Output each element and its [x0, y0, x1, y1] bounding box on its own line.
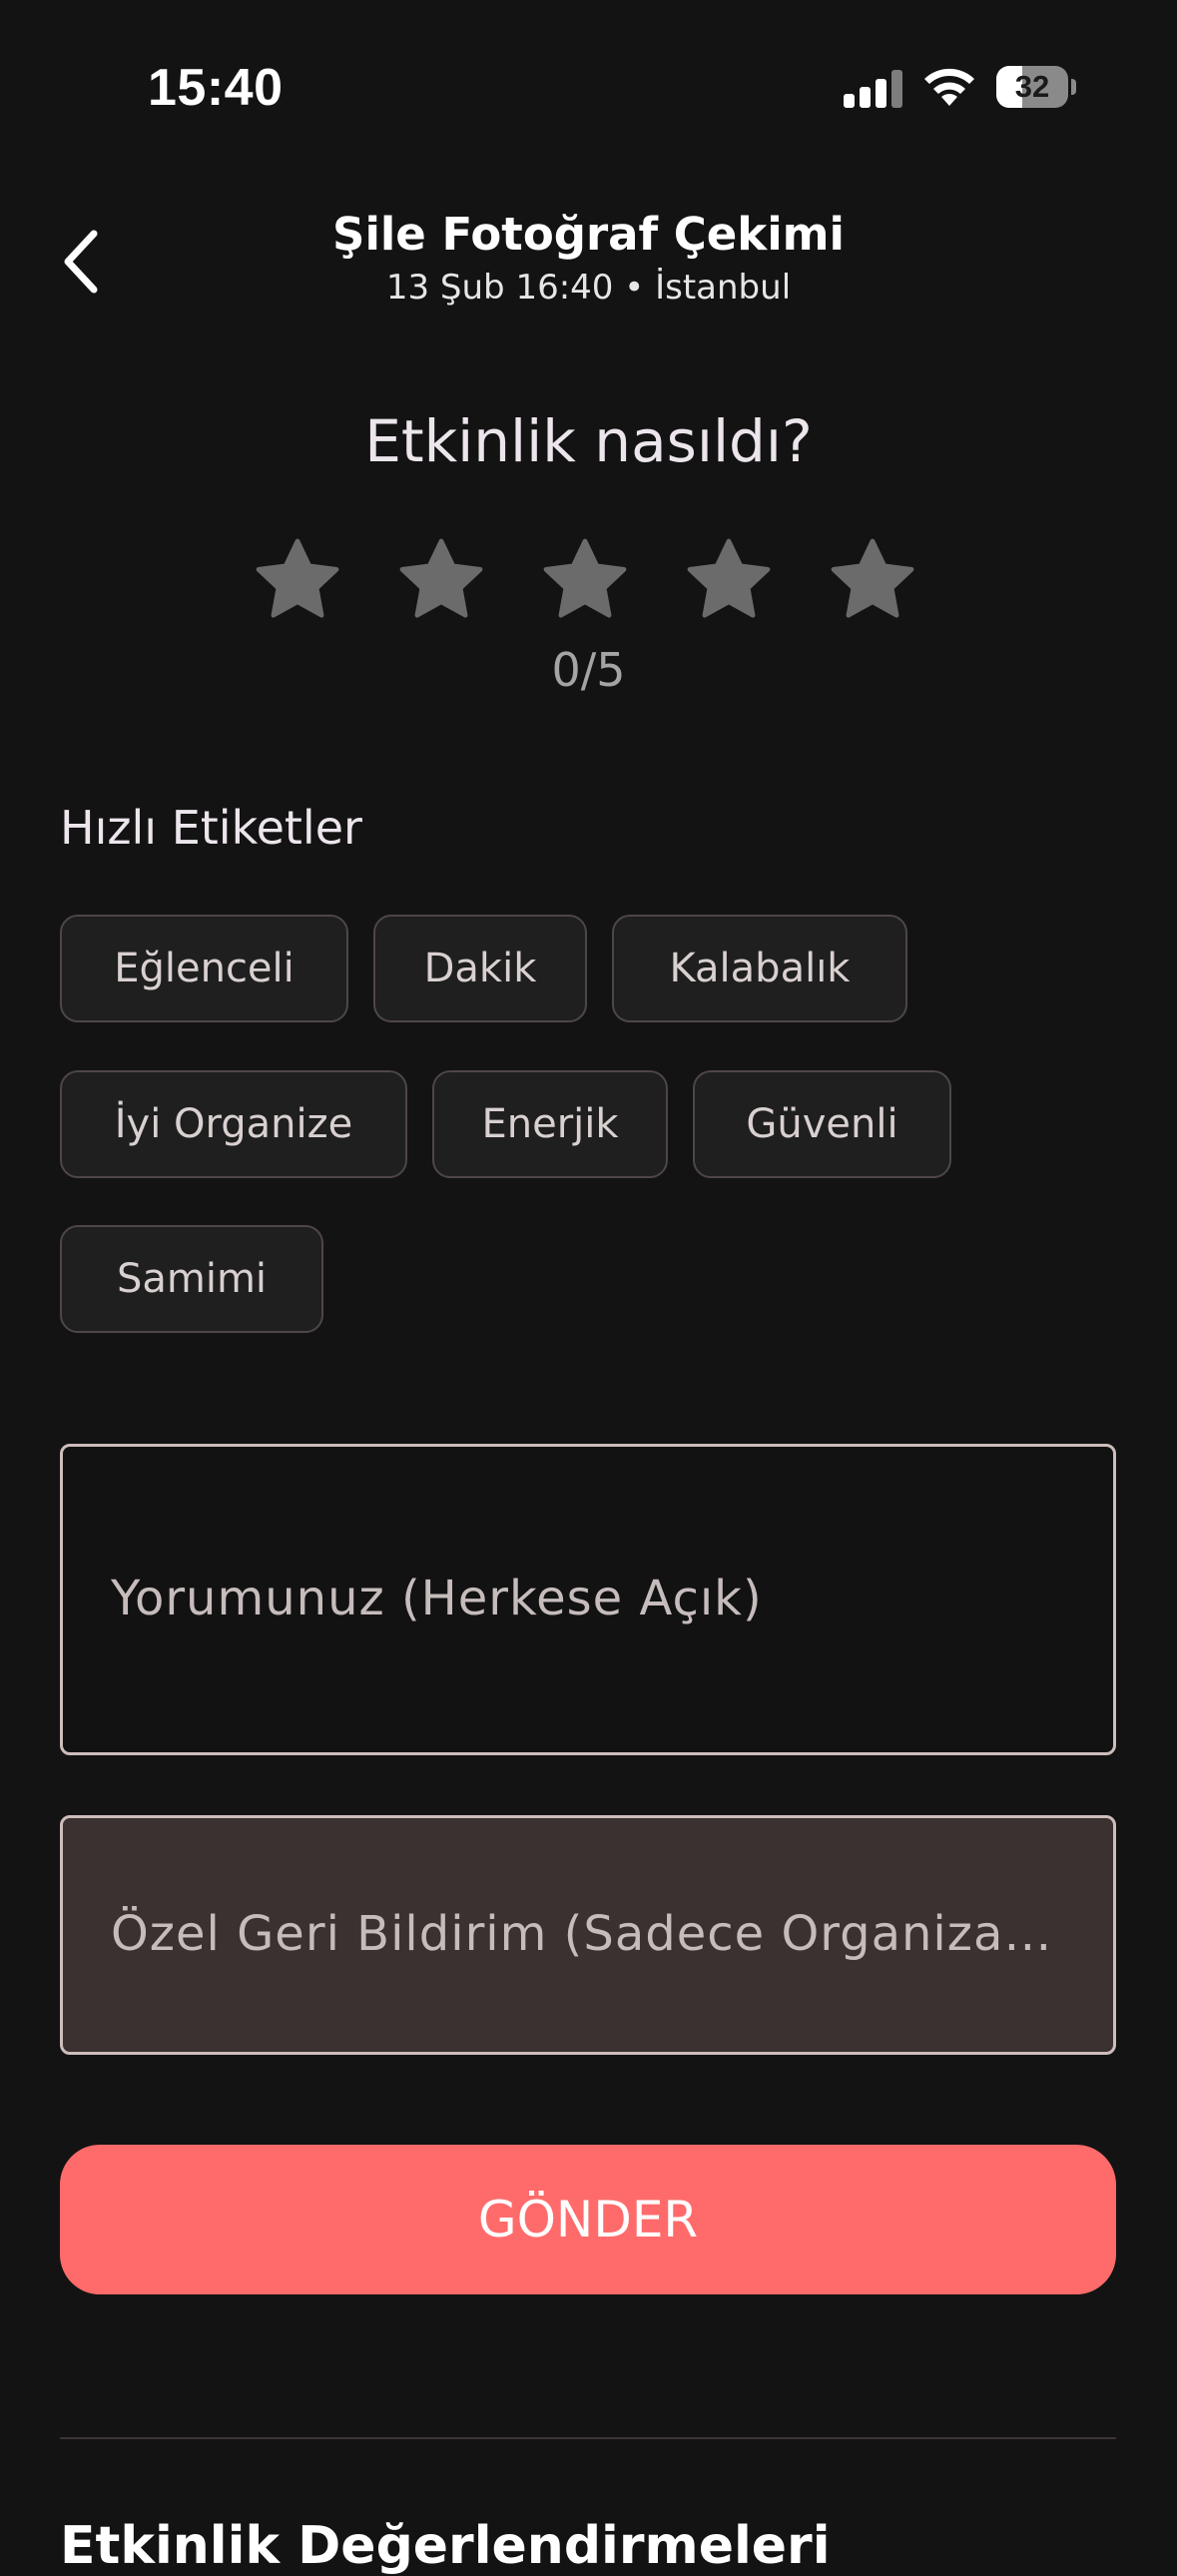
star-2-icon[interactable] — [395, 534, 487, 626]
tag-chip[interactable]: Samimi — [60, 1225, 323, 1333]
rating-count: 0/5 — [551, 643, 626, 697]
submit-button[interactable]: GÖNDER — [60, 2145, 1116, 2294]
tag-chip[interactable]: Eğlenceli — [60, 915, 348, 1022]
battery-icon: 32 — [996, 66, 1076, 108]
event-title: Şile Fotoğraf Çekimi — [332, 208, 845, 261]
reviews-section-title: Etkinlik Değerlendirmeleri — [60, 2516, 831, 2576]
star-1-icon[interactable] — [252, 534, 343, 626]
tag-chip[interactable]: Dakik — [373, 915, 587, 1022]
public-comment-field[interactable]: Yorumunuz (Herkese Açık) — [60, 1444, 1116, 1755]
cellular-signal-icon — [844, 70, 903, 108]
battery-level: 32 — [1014, 69, 1050, 104]
private-feedback-placeholder: Özel Geri Bildirim (Sadece Organizat… — [111, 1906, 1069, 1962]
tag-chip[interactable]: Enerjik — [432, 1070, 668, 1178]
wifi-icon — [924, 68, 974, 106]
divider — [60, 2437, 1116, 2439]
rating-question: Etkinlik nasıldı? — [364, 407, 813, 475]
public-comment-placeholder: Yorumunuz (Herkese Açık) — [111, 1571, 763, 1626]
tag-chip[interactable]: Kalabalık — [612, 915, 907, 1022]
event-subtitle: 13 Şub 16:40 • İstanbul — [385, 268, 792, 308]
star-3-icon[interactable] — [539, 534, 631, 626]
private-feedback-field[interactable]: Özel Geri Bildirim (Sadece Organizat… — [60, 1815, 1116, 2055]
tag-chip[interactable]: İyi Organize — [60, 1070, 407, 1178]
status-time: 15:40 — [148, 59, 284, 117]
tag-chip[interactable]: Güvenli — [693, 1070, 951, 1178]
star-4-icon[interactable] — [683, 534, 775, 626]
star-5-icon[interactable] — [827, 534, 918, 626]
quick-tags-label: Hızlı Etiketler — [60, 801, 362, 855]
star-rating[interactable] — [252, 534, 930, 626]
